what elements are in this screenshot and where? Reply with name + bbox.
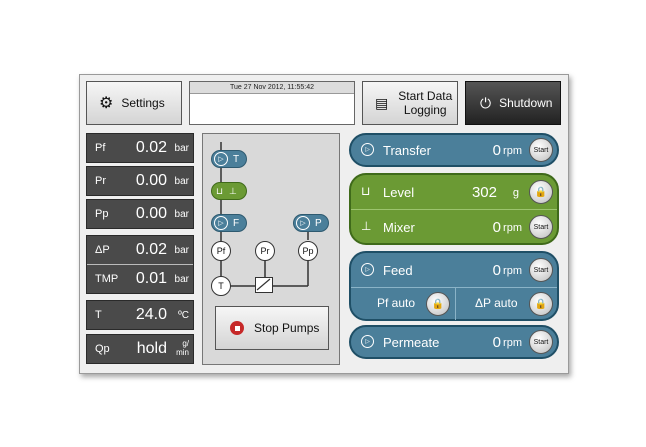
feed-panel: ▷ Feed 0 rpm Start Pf auto 🔒 ΔP auto 🔒 bbox=[349, 251, 559, 321]
gears-icon: ⚙ bbox=[99, 95, 114, 112]
mixer-start-button[interactable]: Start bbox=[529, 215, 553, 239]
readout-dp-tmp: ΔP 0.02 bar TMP 0.01 bar bbox=[86, 235, 194, 294]
transfer-panel: ▷ Transfer 0 rpm Start bbox=[349, 133, 559, 167]
sensor-pr: Pr bbox=[255, 241, 275, 261]
settings-label: Settings bbox=[121, 96, 165, 110]
feed-start-button[interactable]: Start bbox=[529, 258, 553, 282]
readout-pr: Pr 0.00 bar bbox=[86, 166, 194, 196]
start-logging-button[interactable]: ▤ Start Data Logging bbox=[362, 81, 458, 125]
play-icon: ▷ bbox=[361, 143, 374, 156]
document-icon: ▤ bbox=[375, 94, 389, 111]
play-icon: ▷ bbox=[214, 216, 228, 230]
settings-button[interactable]: ⚙ Settings bbox=[86, 81, 182, 125]
divider bbox=[455, 288, 456, 320]
lock-icon: 🔒 bbox=[431, 298, 445, 310]
permeate-panel: ▷ Permeate 0 rpm Start bbox=[349, 325, 559, 359]
pump-transfer[interactable]: ▷ T bbox=[211, 150, 247, 168]
pump-feed[interactable]: ▷ F bbox=[211, 214, 247, 232]
play-icon: ▷ bbox=[296, 216, 310, 230]
process-diagram: ▷ T ⊔ ⊥ ▷ F ▷ P Pf Pr Pp T Stop Pumps bbox=[202, 133, 340, 365]
readout-t: T 24.0 ºC bbox=[86, 300, 194, 330]
dp-auto-label: ΔP auto bbox=[475, 296, 518, 310]
sensor-pf: Pf bbox=[211, 241, 231, 261]
logging-label-line1: Start Data bbox=[398, 89, 453, 103]
tank-mixer[interactable]: ⊔ ⊥ bbox=[211, 182, 247, 200]
stop-icon bbox=[230, 321, 244, 335]
datetime-box: Tue 27 Nov 2012, 11:55:42 bbox=[189, 81, 355, 125]
datetime-text: Tue 27 Nov 2012, 11:55:42 bbox=[190, 82, 354, 94]
readout-pf: Pf 0.02 bar bbox=[86, 133, 194, 163]
pf-auto-lock-button[interactable]: 🔒 bbox=[426, 292, 450, 316]
mixer-icon: ⊥ bbox=[229, 185, 237, 196]
mixer-icon: ⊥ bbox=[361, 219, 372, 233]
play-icon: ▷ bbox=[361, 263, 374, 276]
stop-pumps-button[interactable]: Stop Pumps bbox=[215, 306, 329, 350]
lock-icon: 🔒 bbox=[534, 186, 548, 198]
level-mixer-panel: ⊔ Level 302 g 🔒 ⊥ Mixer 0 rpm Start bbox=[349, 173, 559, 245]
sensor-t: T bbox=[211, 276, 231, 296]
play-icon: ▷ bbox=[214, 152, 228, 166]
tank-icon: ⊔ bbox=[216, 185, 224, 196]
shutdown-label: Shutdown bbox=[499, 96, 553, 110]
permeate-start-button[interactable]: Start bbox=[529, 330, 553, 354]
filter-membrane-icon bbox=[255, 277, 273, 293]
readout-qp: Qp hold g/ min bbox=[86, 334, 194, 364]
sensor-pp: Pp bbox=[298, 241, 318, 261]
stop-pumps-label: Stop Pumps bbox=[254, 321, 320, 335]
power-icon: ⏻ bbox=[480, 94, 492, 111]
hmi-screen: ⚙ Settings Tue 27 Nov 2012, 11:55:42 ▤ S… bbox=[79, 74, 569, 374]
shutdown-button[interactable]: ⏻ Shutdown bbox=[465, 81, 561, 125]
logging-label-line2: Logging bbox=[403, 103, 447, 117]
dp-auto-lock-button[interactable]: 🔒 bbox=[529, 292, 553, 316]
tank-icon: ⊔ bbox=[361, 184, 371, 198]
play-icon: ▷ bbox=[361, 335, 374, 348]
pump-permeate[interactable]: ▷ P bbox=[293, 214, 329, 232]
readout-pp: Pp 0.00 bar bbox=[86, 199, 194, 229]
pf-auto-label: Pf auto bbox=[377, 296, 416, 310]
level-lock-button[interactable]: 🔒 bbox=[529, 180, 553, 204]
lock-icon: 🔒 bbox=[534, 298, 548, 310]
transfer-start-button[interactable]: Start bbox=[529, 138, 553, 162]
